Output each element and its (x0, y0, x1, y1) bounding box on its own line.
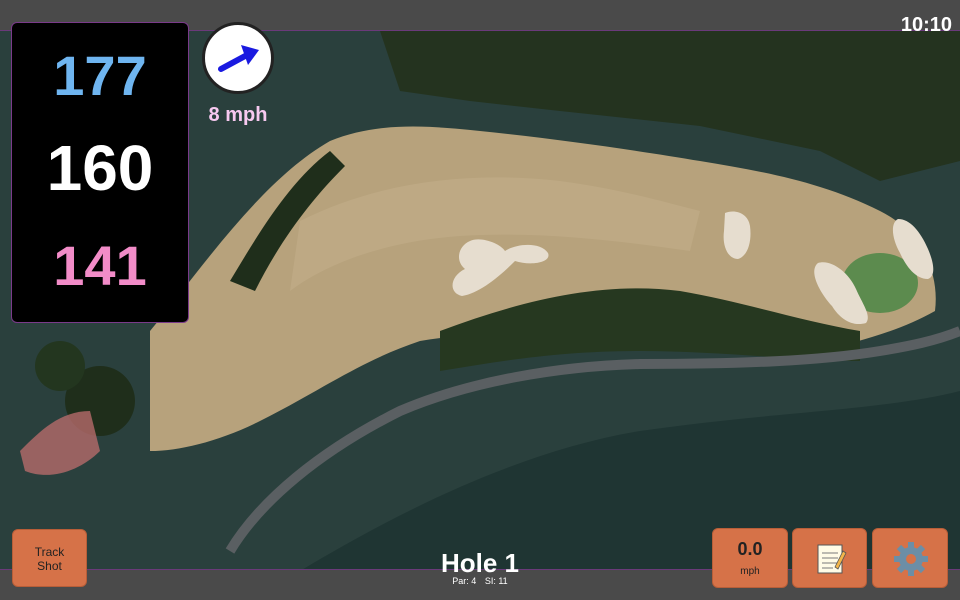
wind-arrow-icon (218, 45, 259, 72)
notes-button[interactable] (792, 528, 867, 588)
back-yardage: 177 (53, 44, 147, 107)
wind-direction-dial (202, 22, 274, 94)
front-yardage: 141 (53, 234, 147, 297)
track-shot-button[interactable]: Track Shot (12, 529, 87, 587)
hole-par: Par: 4 (452, 576, 477, 586)
speed-button[interactable]: 0.0 mph (712, 528, 788, 588)
gear-icon (894, 542, 928, 576)
notepad-icon (817, 544, 847, 574)
yardage-panel: 177 160 141 (11, 22, 189, 323)
hole-stroke-index: SI: 11 (484, 576, 508, 586)
middle-yardage: 160 (46, 132, 154, 204)
speed-value: 0.0 (737, 539, 763, 559)
track-shot-label: Track Shot (34, 545, 65, 573)
settings-button[interactable] (872, 528, 948, 588)
hole-title: Hole 1 (440, 548, 520, 578)
speed-unit: mph (740, 566, 760, 577)
hole-info: Par: 4 SI: 11 (380, 576, 580, 586)
clock: 10:10 (900, 14, 952, 36)
wind-speed: 8 mph (208, 104, 268, 126)
